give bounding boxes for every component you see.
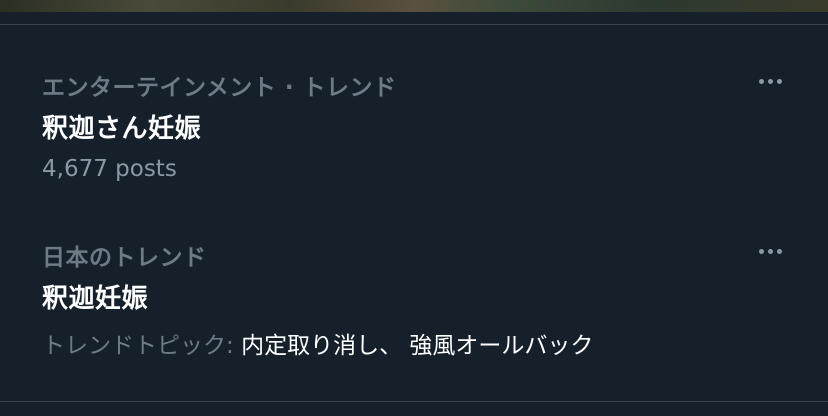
divider (0, 401, 828, 402)
more-horizontal-icon (776, 248, 782, 254)
trend-topics-label: トレンドトピック: (42, 333, 242, 359)
more-options-button[interactable] (752, 238, 788, 264)
trend-title: 釈迦さん妊娠 (42, 114, 202, 144)
trend-post-count: 4,677 posts (42, 156, 177, 182)
more-options-button[interactable] (752, 68, 788, 94)
divider (0, 24, 828, 25)
more-horizontal-icon (758, 248, 764, 254)
more-horizontal-icon (767, 248, 773, 254)
trend-context: エンターテインメント · トレンド (42, 75, 397, 101)
more-horizontal-icon (758, 78, 764, 84)
more-horizontal-icon (776, 78, 782, 84)
trend-context: 日本のトレンド (42, 245, 207, 271)
trend-item[interactable]: エンターテインメント · トレンド 釈迦さん妊娠 4,677 posts (0, 60, 828, 200)
trend-topics-values[interactable]: 内定取り消し、 強風オールバック (241, 333, 593, 359)
trend-topics: トレンドトピック: 内定取り消し、 強風オールバック (42, 326, 593, 360)
more-horizontal-icon (767, 78, 773, 84)
header-image-strip (0, 0, 828, 12)
trend-item[interactable]: 日本のトレンド 釈迦妊娠 トレンドトピック: 内定取り消し、 強風オールバック (0, 230, 828, 370)
trend-title: 釈迦妊娠 (42, 284, 149, 314)
